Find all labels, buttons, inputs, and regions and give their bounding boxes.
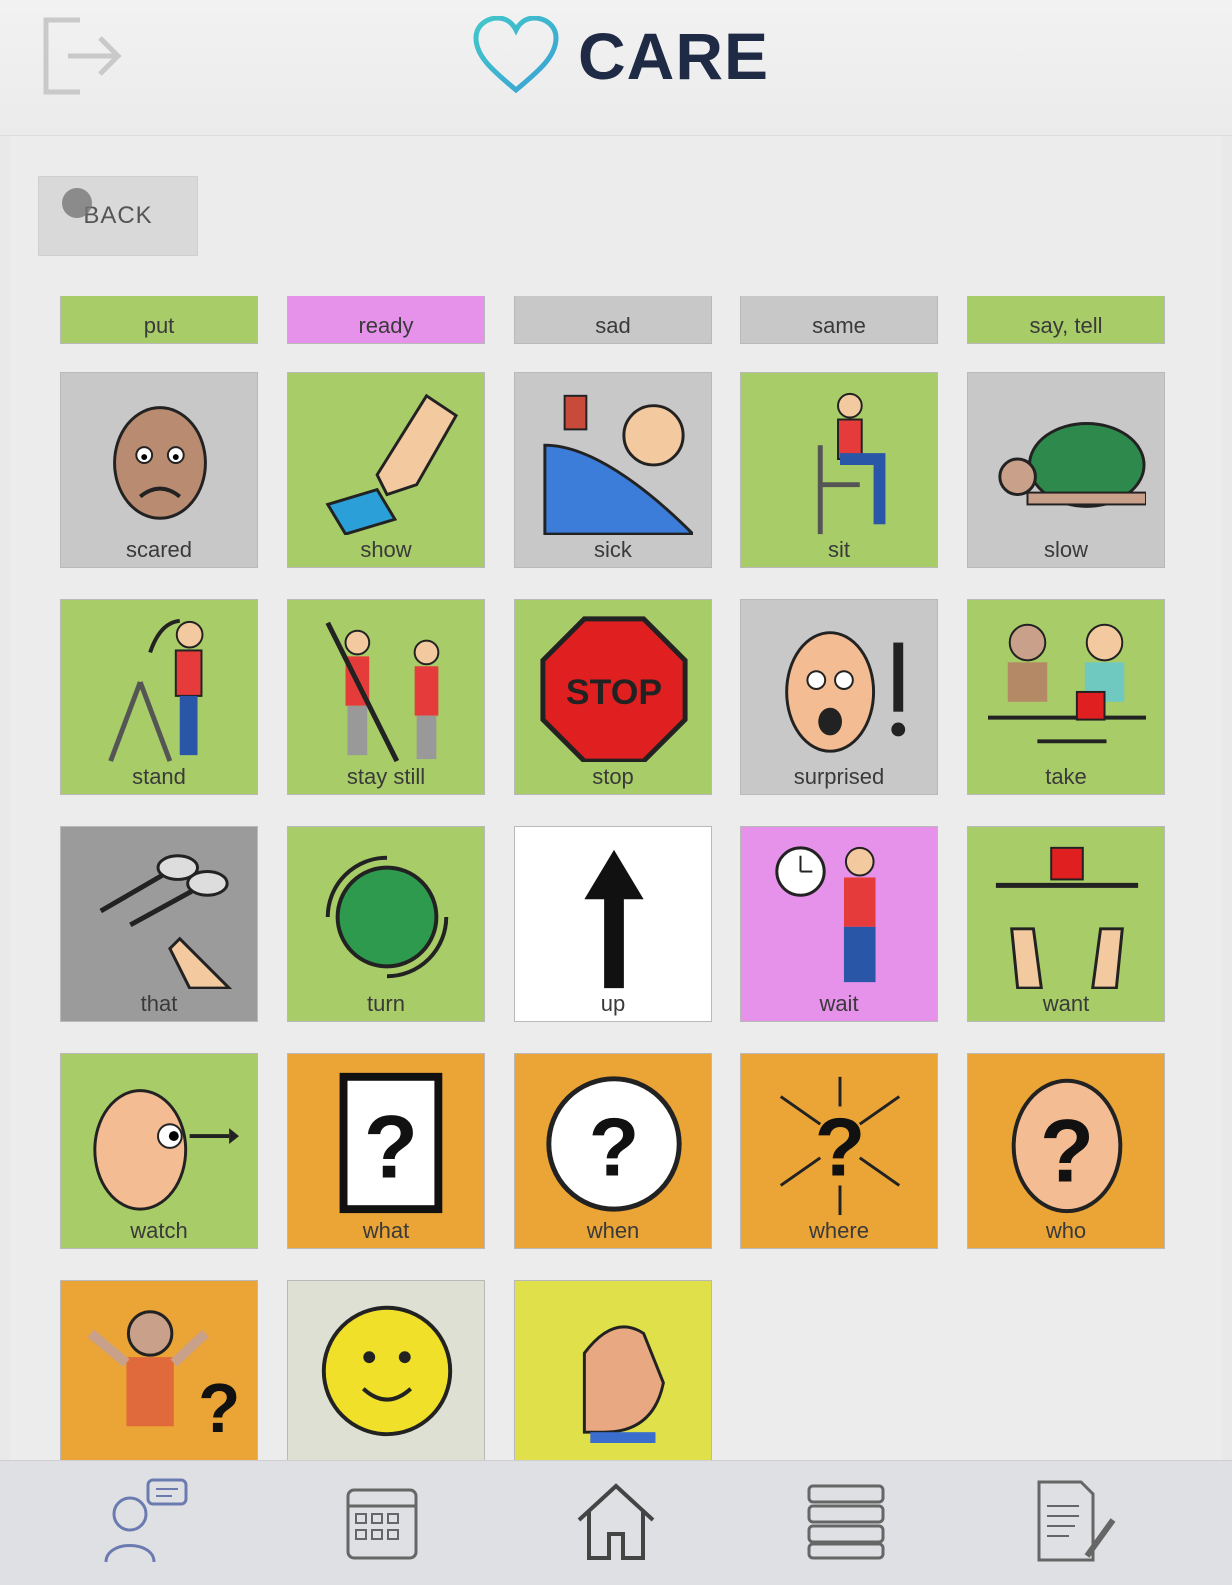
tile-label: want — [1042, 991, 1090, 1016]
tab-calendar-icon[interactable] — [334, 1471, 430, 1571]
tile-label: watch — [130, 1218, 188, 1243]
turtle-icon — [998, 421, 1146, 508]
tab-chat-icon[interactable] — [96, 1471, 192, 1571]
shrug-question-icon: ? — [87, 1310, 239, 1443]
symbol-tile-what[interactable]: ? what — [287, 1053, 485, 1249]
symbol-tile-sit[interactable]: sit — [740, 372, 938, 568]
symbol-tile-scared[interactable]: scared — [60, 372, 258, 568]
tile-label: show — [360, 537, 412, 562]
symbol-grid: put ready sad same say, tell scared show sick si… — [40, 296, 1192, 1460]
tile-label: that — [140, 991, 178, 1016]
watch-eye-icon — [93, 1089, 239, 1211]
person-standing-up-icon — [108, 618, 204, 762]
touch-cursor — [62, 188, 92, 218]
symbol-tile-ready[interactable]: ready — [287, 296, 485, 344]
logout-icon[interactable] — [40, 14, 126, 98]
symbol-tile-stay-still[interactable]: stay still — [287, 599, 485, 795]
symbol-tile-turn[interactable]: turn — [287, 826, 485, 1022]
symbol-tile-pointing-at-you[interactable] — [514, 1280, 712, 1460]
brand: CARE — [472, 14, 769, 98]
symbol-tile-watch[interactable]: watch — [60, 1053, 258, 1249]
tile-label: stop — [592, 764, 634, 789]
symbol-tile-same[interactable]: same — [740, 296, 938, 344]
app-header: CARE — [0, 0, 1232, 136]
symbol-tile-smiley-flower[interactable] — [287, 1280, 485, 1460]
stop-sign-icon: STOP — [540, 616, 688, 762]
question-arrows-icon: ? — [779, 1076, 901, 1216]
tile-label: stand — [132, 764, 186, 789]
tile-label: slow — [1043, 537, 1088, 562]
app-title: CARE — [578, 19, 770, 93]
symbol-tile-wait[interactable]: wait — [740, 826, 938, 1022]
symbol-tile-stop[interactable]: STOP stop — [514, 599, 712, 795]
tile-label: what — [362, 1218, 410, 1243]
symbol-tile-that[interactable]: that — [60, 826, 258, 1022]
symbol-tile-say-tell[interactable]: say, tell — [967, 296, 1165, 344]
want-hands-icon — [995, 846, 1139, 989]
symbol-tile-when[interactable]: ? when — [514, 1053, 712, 1249]
symbol-tile-stand[interactable]: stand — [60, 599, 258, 795]
tile-label: stay still — [346, 764, 426, 789]
surprised-face-icon — [785, 631, 906, 753]
symbol-tile-take[interactable]: take — [967, 599, 1165, 795]
symbol-tile-who[interactable]: ? who — [967, 1053, 1165, 1249]
symbol-tile-slow[interactable]: slow — [967, 372, 1165, 568]
svg-text:?: ? — [364, 1098, 418, 1197]
symbol-tile-shrug-question[interactable]: ? — [60, 1280, 258, 1460]
turn-circle-icon — [325, 855, 449, 979]
up-arrow-icon — [584, 849, 644, 989]
tile-label: sit — [828, 537, 850, 562]
symbol-tile-sad[interactable]: sad — [514, 296, 712, 344]
svg-text:?: ? — [198, 1369, 239, 1443]
tile-label: scared — [125, 537, 193, 562]
question-box-icon: ? — [339, 1072, 443, 1214]
svg-text:?: ? — [815, 1101, 866, 1194]
take-object-icon — [988, 623, 1146, 744]
svg-text:?: ? — [1040, 1101, 1094, 1200]
tile-label: wait — [819, 991, 859, 1016]
tile-label: same — [812, 313, 866, 338]
scared-face-icon — [113, 406, 207, 520]
symbol-tile-where[interactable]: ? where — [740, 1053, 938, 1249]
symbol-tile-put[interactable]: put — [60, 296, 258, 344]
symbol-tile-up[interactable]: up — [514, 826, 712, 1022]
sick-in-bed-icon — [543, 394, 693, 535]
symbol-tile-surprised[interactable]: surprised — [740, 599, 938, 795]
question-clock-icon: ? — [546, 1076, 682, 1212]
svg-text:?: ? — [589, 1101, 640, 1194]
tile-label: surprised — [793, 764, 885, 789]
tile-label: up — [600, 991, 626, 1016]
wait-clock-person-icon — [775, 846, 876, 983]
question-head-icon: ? — [1011, 1078, 1123, 1214]
tile-label: turn — [367, 991, 405, 1016]
stay-still-icon — [325, 621, 440, 762]
symbol-tile-show[interactable]: show — [287, 372, 485, 568]
smiley-flower-icon — [321, 1305, 453, 1437]
symbol-tile-sick[interactable]: sick — [514, 372, 712, 568]
tile-label: say, tell — [1029, 313, 1103, 338]
svg-text:STOP: STOP — [566, 672, 662, 712]
tile-label: put — [143, 313, 175, 338]
tab-books-icon[interactable] — [798, 1471, 894, 1571]
tab-notes-icon[interactable] — [1026, 1471, 1122, 1571]
bottom-tab-bar — [0, 1460, 1232, 1585]
pointing-spoons-icon — [99, 854, 233, 989]
tile-label: sad — [595, 313, 631, 338]
symbol-tile-want[interactable]: want — [967, 826, 1165, 1022]
back-button[interactable]: BACK — [38, 176, 198, 256]
tile-label: when — [586, 1218, 640, 1243]
person-sitting-icon — [817, 392, 886, 535]
tab-home-icon[interactable] — [568, 1471, 664, 1571]
tile-label: take — [1045, 764, 1087, 789]
pointing-at-you-icon — [582, 1325, 665, 1443]
tile-label: ready — [358, 313, 414, 338]
heart-logo-icon — [473, 16, 559, 94]
tile-label: who — [1045, 1218, 1087, 1243]
pointing-finger-card-icon — [325, 393, 459, 535]
tile-label: where — [809, 1218, 869, 1243]
tile-label: sick — [594, 537, 632, 562]
